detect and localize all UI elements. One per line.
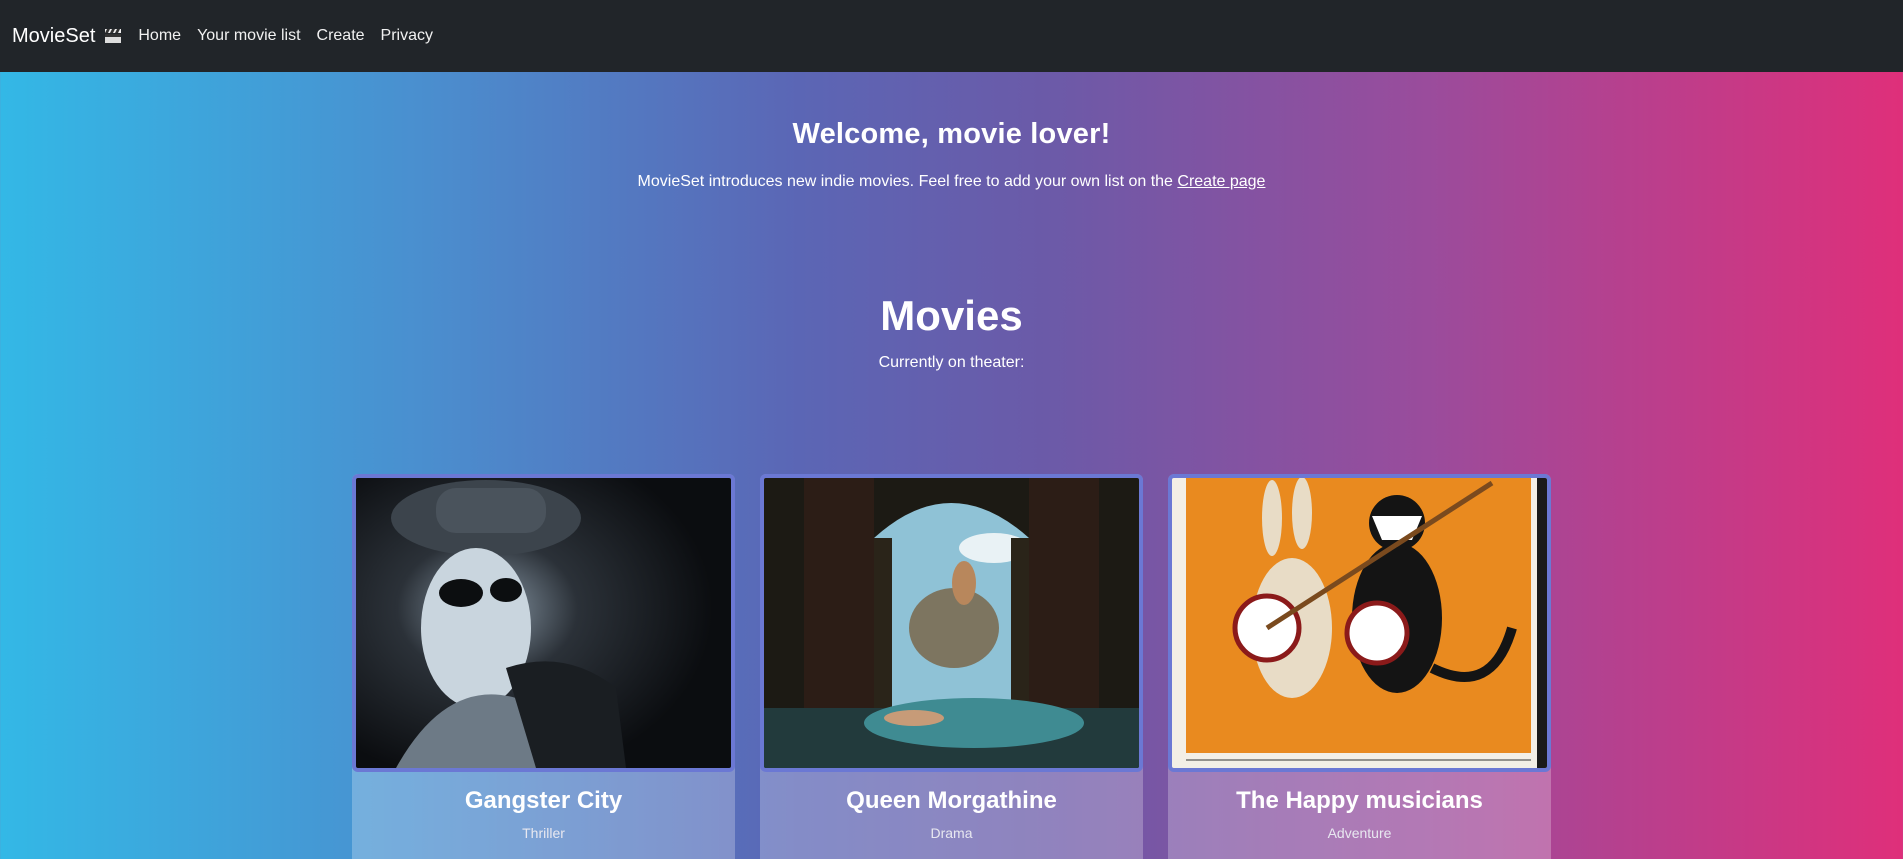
- movies-section: Movies Currently on theater:: [0, 292, 1903, 372]
- movies-subtitle: Currently on theater:: [878, 354, 1025, 371]
- nav-privacy[interactable]: Privacy: [381, 27, 433, 45]
- movie-poster-happy-musicians[interactable]: [1168, 474, 1551, 772]
- movie-cards: Gangster City Thriller Queen Morgathine …: [352, 474, 1551, 859]
- nav-your-movie-list[interactable]: Your movie list: [197, 27, 300, 45]
- movie-genre: Thriller: [522, 825, 565, 841]
- nav-home[interactable]: Home: [138, 27, 181, 45]
- welcome-text: MovieSet introduces new indie movies. Fe…: [0, 173, 1903, 191]
- welcome-text-body: MovieSet introduces new indie movies. Fe…: [637, 173, 1178, 190]
- hero-section: Welcome, movie lover! MovieSet introduce…: [0, 118, 1903, 191]
- brand-name: MovieSet: [12, 24, 96, 47]
- create-page-link[interactable]: Create page: [1177, 173, 1265, 190]
- movie-title: Queen Morgathine: [846, 787, 1057, 814]
- movies-title: Movies: [880, 292, 1023, 339]
- clapperboard-icon: [104, 28, 122, 44]
- movie-card-queen-morgathine[interactable]: Queen Morgathine Drama: [760, 474, 1143, 859]
- movie-genre: Drama: [930, 825, 973, 841]
- movie-title: Gangster City: [464, 787, 623, 814]
- movie-card-gangster-city[interactable]: Gangster City Thriller: [352, 474, 735, 859]
- navbar: MovieSet Home Your movie list Create Pri…: [0, 0, 1903, 72]
- movie-card-happy-musicians[interactable]: The Happy musicians Adventure: [1168, 474, 1551, 859]
- nav-create[interactable]: Create: [317, 27, 365, 45]
- movie-poster-gangster-city[interactable]: [352, 474, 735, 772]
- welcome-title: Welcome, movie lover!: [792, 118, 1111, 150]
- movie-title: The Happy musicians: [1236, 787, 1483, 814]
- movie-genre: Adventure: [1327, 825, 1392, 841]
- brand[interactable]: MovieSet: [12, 25, 122, 48]
- movie-poster-queen-morgathine[interactable]: [760, 474, 1143, 772]
